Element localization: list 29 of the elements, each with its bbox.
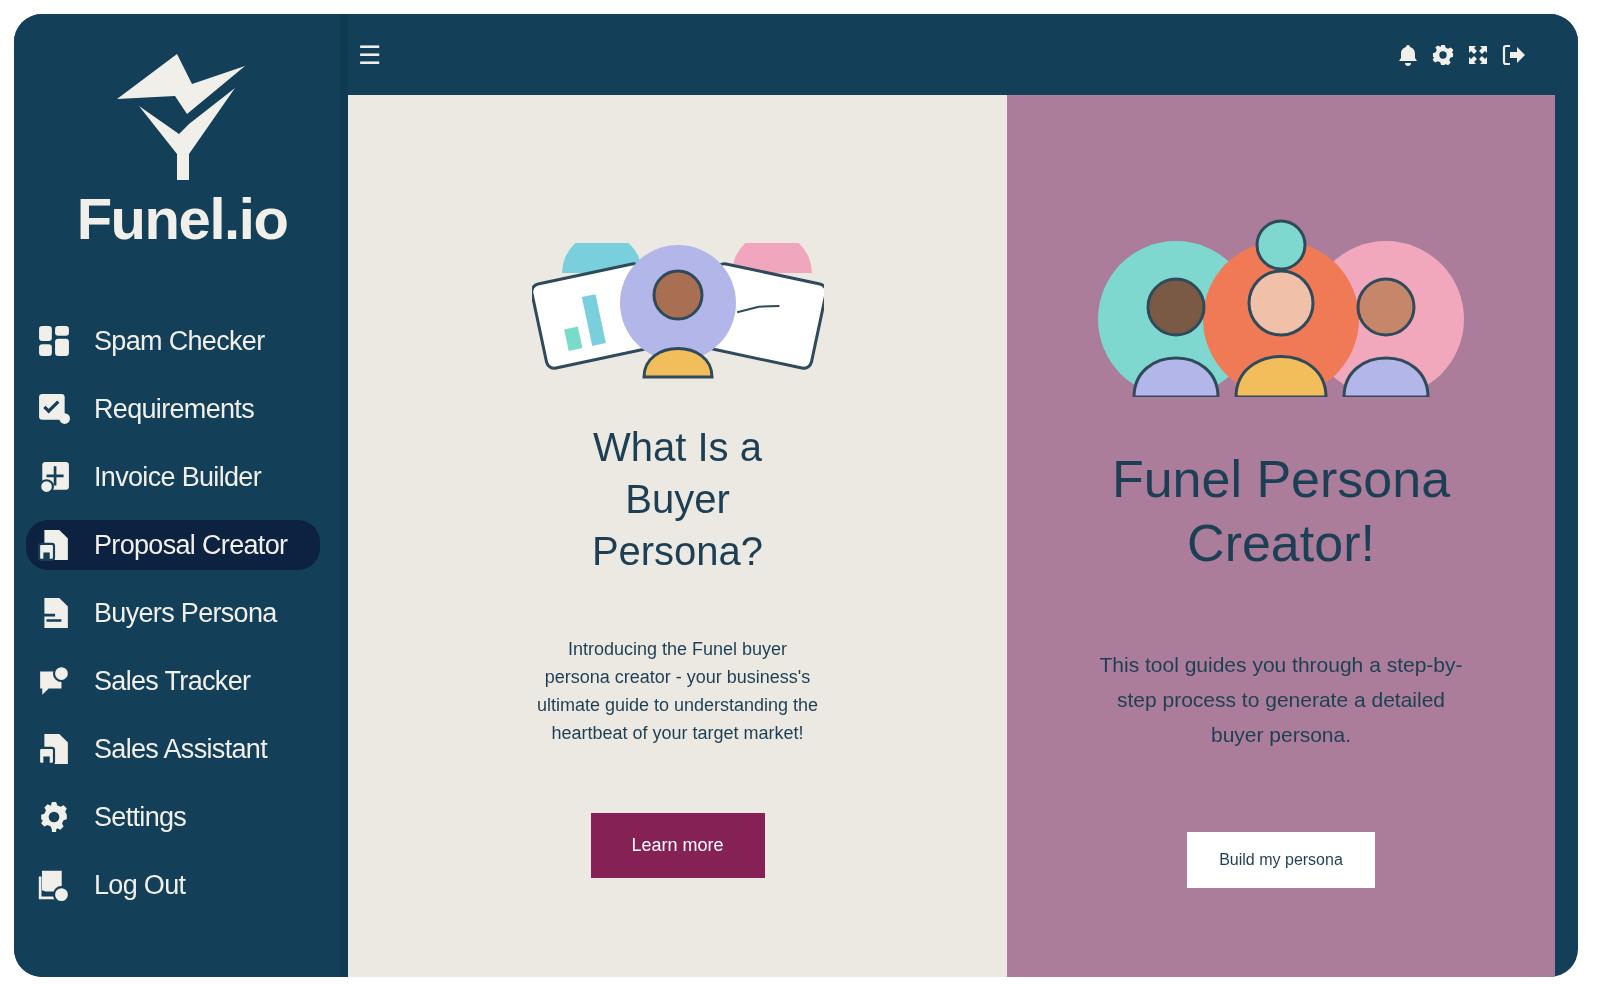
sidebar-item[interactable]: Requirements bbox=[26, 384, 320, 434]
checklist-icon bbox=[38, 393, 70, 425]
logout-icon[interactable] bbox=[1502, 43, 1526, 66]
brand-name: Funel.io bbox=[76, 190, 288, 248]
sidebar-item[interactable]: Sales Tracker bbox=[26, 656, 320, 706]
notification-icon[interactable] bbox=[1398, 43, 1418, 66]
build-persona-button[interactable]: Build my persona bbox=[1187, 832, 1375, 888]
sidebar-item[interactable]: Proposal Creator bbox=[26, 520, 320, 570]
invoice-icon bbox=[38, 461, 70, 493]
settings-icon bbox=[38, 801, 70, 833]
file-icon bbox=[38, 733, 70, 765]
learn-more-button[interactable]: Learn more bbox=[590, 813, 765, 878]
sidebar-item[interactable]: Sales Assistant bbox=[26, 724, 320, 774]
menu-button[interactable]: ☰ bbox=[356, 41, 383, 68]
card-description: Introducing the Funel buyer persona creator - your business's ultimate guide to understanding the heartbeat of your target market! bbox=[536, 638, 819, 745]
card-heading: Funel Persona Creator! bbox=[1110, 449, 1452, 574]
sidebar-item[interactable]: Spam Checker bbox=[26, 316, 320, 366]
sidebar-item[interactable]: Settings bbox=[26, 792, 320, 842]
sidebar-item[interactable]: Invoice Builder bbox=[26, 452, 320, 502]
chat-icon bbox=[38, 665, 70, 697]
sidebar-item[interactable]: Buyers Persona bbox=[26, 588, 320, 638]
file-icon bbox=[38, 529, 70, 561]
logout-icon bbox=[38, 869, 70, 901]
card-heading: What Is a Buyer Persona? bbox=[590, 424, 765, 575]
sidebar-item[interactable]: Log Out bbox=[26, 860, 320, 910]
fullscreen-icon[interactable] bbox=[1468, 44, 1488, 65]
grid-icon bbox=[38, 325, 70, 357]
card-description: This tool guides you through a step-by-step process to generate a detailed buyer persona. bbox=[1098, 652, 1464, 748]
settings-icon[interactable] bbox=[1432, 43, 1454, 66]
